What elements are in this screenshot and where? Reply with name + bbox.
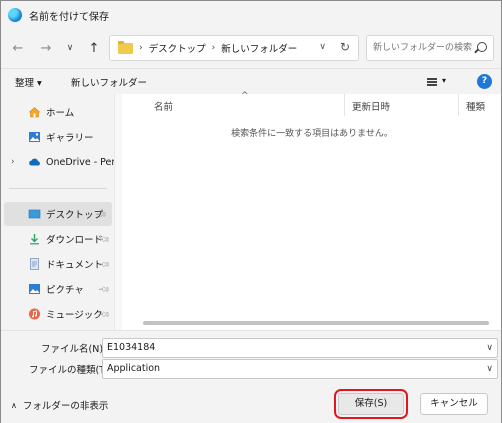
title-bar: 名前を付けて保存	[1, 1, 501, 29]
up-arrow-icon[interactable]: ↑	[85, 39, 103, 57]
sidebar-item-label: ミュージック	[46, 310, 103, 321]
pictures-icon	[29, 284, 40, 294]
save-options-panel: ファイル名(N): E1034184 ∨ ファイルの種類(T): Applica…	[1, 330, 501, 423]
sort-ascending-icon: ^	[241, 91, 249, 101]
filetype-select[interactable]: Application ∨	[102, 359, 498, 379]
search-input[interactable]	[367, 36, 472, 60]
sidebar-item-label: OneDrive - Perso	[46, 156, 114, 168]
sidebar-item-label: ピクチャ	[46, 285, 84, 296]
breadcrumb-separator-icon: ›	[211, 43, 216, 53]
breadcrumb-new-folder[interactable]: 新しいフォルダー	[221, 41, 297, 55]
save-button[interactable]: 保存(S)	[334, 389, 408, 419]
music-icon	[29, 308, 40, 320]
edge-app-icon	[8, 8, 22, 22]
search-box[interactable]	[366, 35, 494, 61]
breadcrumb-desktop[interactable]: デスクトップ	[149, 41, 206, 55]
new-folder-button[interactable]: 新しいフォルダー	[71, 75, 147, 89]
view-options-chevron-icon[interactable]: ▾	[442, 76, 446, 85]
sidebar-item-label: ホーム	[46, 108, 75, 119]
hide-folders-label: フォルダーの非表示	[22, 401, 109, 412]
gallery-icon	[29, 132, 40, 142]
sidebar-item-desktop[interactable]: デスクトップ 📌︎	[4, 202, 112, 226]
sidebar-item-pictures[interactable]: ピクチャ 📌︎	[1, 277, 114, 301]
navigation-bar: ← → ∨ ↑ › デスクトップ › 新しいフォルダー ∨ ↻	[1, 29, 501, 67]
command-bar: 整理 ▾ 新しいフォルダー ▾ ?	[1, 68, 501, 94]
search-icon[interactable]	[477, 42, 487, 52]
sidebar-item-label: ドキュメント	[46, 260, 104, 271]
column-divider[interactable]	[458, 94, 459, 116]
recent-locations-chevron-icon[interactable]: ∨	[61, 39, 79, 57]
forward-arrow-icon[interactable]: →	[37, 39, 55, 57]
help-icon[interactable]: ?	[477, 74, 492, 89]
breadcrumb-separator-icon: ›	[139, 43, 143, 53]
sidebar-item-documents[interactable]: ドキュメント 📌︎	[1, 252, 114, 276]
column-header-name[interactable]: 名前	[154, 99, 173, 113]
sidebar-item-gallery[interactable]: ギャラリー	[1, 125, 114, 149]
filetype-value: Application	[107, 363, 161, 374]
back-arrow-icon[interactable]: ←	[9, 39, 27, 57]
column-divider[interactable]	[344, 94, 345, 116]
save-as-dialog: 名前を付けて保存 ← → ∨ ↑ › デスクトップ › 新しいフォルダー ∨ ↻…	[0, 0, 502, 423]
expand-chevron-icon[interactable]: ›	[11, 157, 15, 167]
sidebar-item-onedrive[interactable]: › OneDrive - Perso	[1, 150, 114, 174]
column-header-type[interactable]: 種類	[466, 99, 485, 113]
sidebar-item-label: ギャラリー	[46, 133, 94, 144]
home-icon	[28, 107, 41, 118]
onedrive-icon	[29, 158, 40, 166]
file-list: ^ 名前 更新日時 種類 検索条件に一致する項目はありません。	[123, 91, 501, 330]
empty-folder-message: 検索条件に一致する項目はありません。	[231, 129, 393, 139]
documents-icon	[30, 258, 39, 270]
cancel-button[interactable]: キャンセル	[420, 393, 488, 415]
hide-folders-toggle[interactable]: ∧ フォルダーの非表示	[11, 398, 109, 413]
sidebar-item-music[interactable]: ミュージック 📌︎	[1, 302, 114, 326]
sidebar-divider	[9, 188, 107, 189]
horizontal-scrollbar[interactable]	[143, 321, 489, 325]
download-icon	[30, 234, 39, 245]
navigation-pane: ホーム ギャラリー › OneDrive - Perso デスクトップ 📌︎ ダ…	[1, 94, 115, 330]
view-options-icon[interactable]	[427, 78, 437, 86]
refresh-icon[interactable]: ↻	[340, 40, 350, 54]
filetype-label: ファイルの種類(T):	[29, 365, 112, 376]
filename-value: E1034184	[107, 342, 156, 353]
browser-area: ホーム ギャラリー › OneDrive - Perso デスクトップ 📌︎ ダ…	[1, 91, 501, 330]
navigation-pane-scrollbar[interactable]	[114, 94, 122, 330]
window-title: 名前を付けて保存	[29, 11, 109, 23]
column-header-date-modified[interactable]: 更新日時	[352, 99, 390, 113]
filename-label: ファイル名(N):	[41, 344, 107, 355]
sidebar-item-label: ダウンロード	[46, 235, 104, 246]
pin-icon[interactable]: 📌︎	[97, 282, 111, 296]
address-history-chevron-icon[interactable]: ∨	[319, 42, 326, 52]
filename-field[interactable]: E1034184 ∨	[102, 338, 498, 358]
filetype-dropdown-chevron-icon[interactable]: ∨	[486, 360, 493, 378]
sidebar-item-downloads[interactable]: ダウンロード 📌︎	[1, 227, 114, 251]
collapse-chevron-icon: ∧	[11, 400, 17, 410]
desktop-icon	[28, 209, 41, 219]
organize-menu-button[interactable]: 整理 ▾	[15, 75, 42, 89]
filename-dropdown-chevron-icon[interactable]: ∨	[486, 339, 493, 357]
sidebar-item-home[interactable]: ホーム	[1, 100, 114, 124]
folder-icon	[118, 40, 133, 54]
address-bar[interactable]: › デスクトップ › 新しいフォルダー ∨ ↻	[109, 35, 359, 61]
